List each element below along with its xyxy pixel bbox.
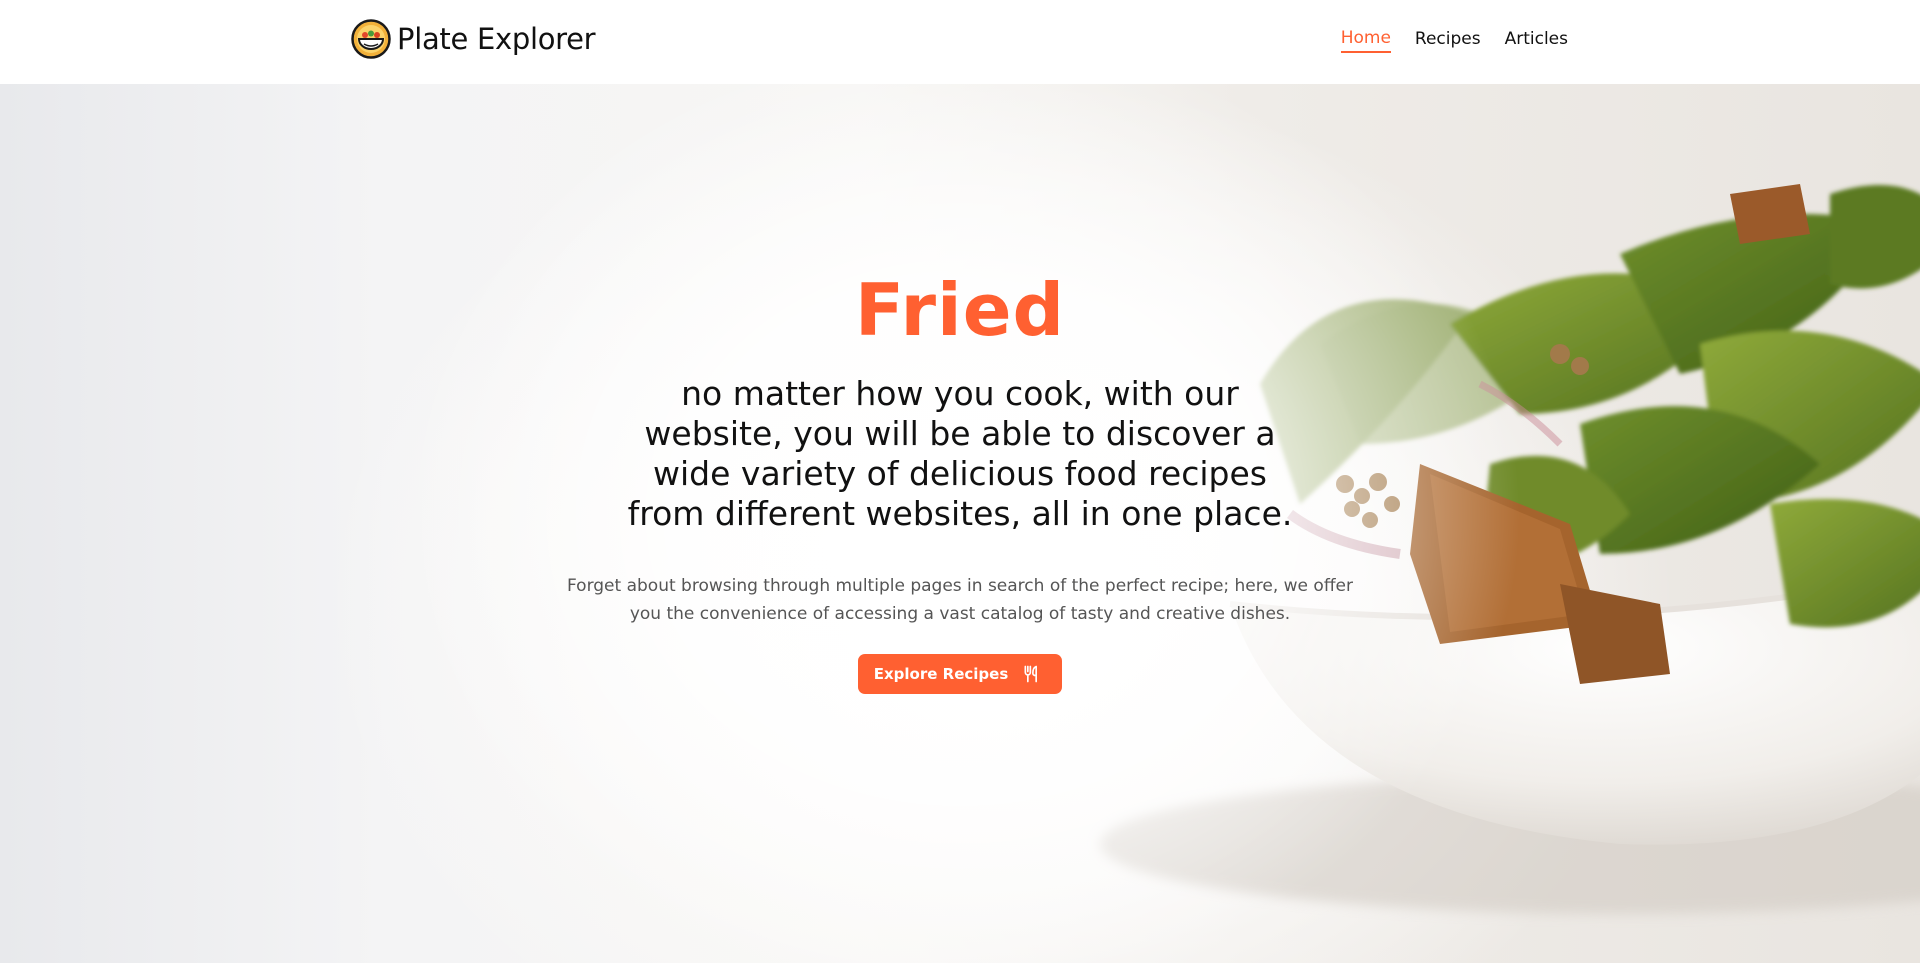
bowl-logo-icon [351,19,391,59]
brand-name: Plate Explorer [397,22,596,56]
site-header: Plate Explorer Home Recipes Articles [0,0,1920,84]
nav-item-home[interactable]: Home [1340,28,1391,53]
hero-subtitle: no matter how you cook, with our website… [627,374,1293,533]
hero-description: Forget about browsing through multiple p… [567,576,1353,624]
nav-item-articles[interactable]: Articles [1505,29,1568,52]
main-nav: Home Recipes Articles [1340,28,1568,53]
nav-item-recipes[interactable]: Recipes [1415,29,1481,52]
hero-content: Fried no matter how you cook, with our w… [500,274,1420,694]
utensils-icon [1024,665,1038,683]
hero-title: Fried [854,268,1066,352]
brand-home-link[interactable]: Plate Explorer [351,19,596,59]
explore-recipes-label: Explore Recipes [873,665,1009,683]
explore-recipes-button[interactable]: Explore Recipes [857,654,1063,694]
hero-section: Fried no matter how you cook, with our w… [0,84,1920,963]
